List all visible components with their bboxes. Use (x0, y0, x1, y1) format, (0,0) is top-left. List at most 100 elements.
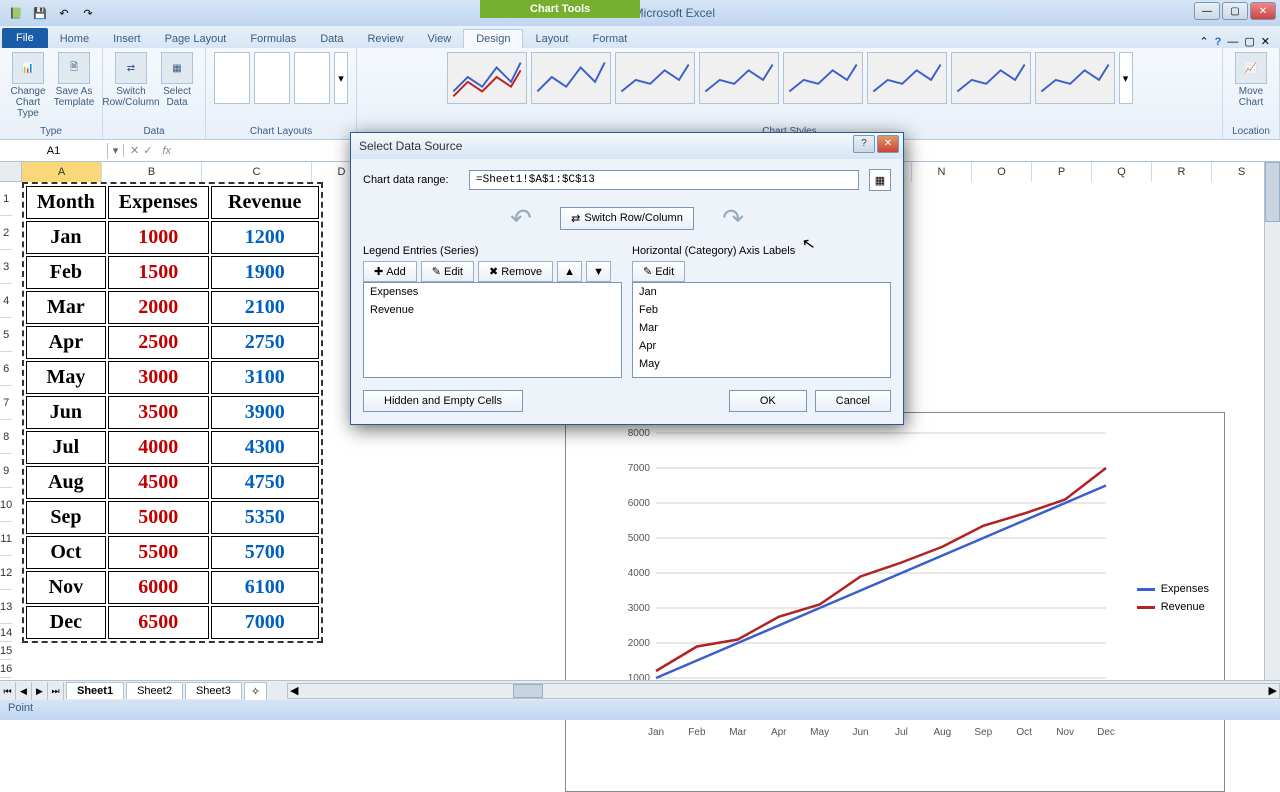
row-header[interactable]: 5 (0, 318, 12, 352)
cancel-formula-icon[interactable]: ✕ (130, 144, 139, 157)
chart-layout-thumb[interactable] (214, 52, 250, 104)
maximize-button[interactable]: ▢ (1222, 2, 1248, 20)
fx-icon[interactable]: fx (158, 145, 175, 157)
table-row[interactable]: Oct55005700 (26, 536, 319, 569)
row-header[interactable]: 6 (0, 352, 12, 386)
edit-series-button[interactable]: ✎Edit (421, 261, 474, 282)
minimize-ribbon-icon[interactable]: ⌃ (1199, 35, 1208, 48)
row-header[interactable]: 4 (0, 284, 12, 318)
chart-style-thumb[interactable] (447, 52, 527, 104)
sheet-tab-1[interactable]: Sheet1 (66, 682, 124, 699)
switch-row-column-dialog-button[interactable]: ⇄Switch Row/Column (560, 207, 694, 230)
save-icon[interactable]: 💾 (30, 3, 50, 23)
row-header[interactable]: 3 (0, 250, 12, 284)
tab-data[interactable]: Data (308, 30, 355, 48)
table-row[interactable]: Jan10001200 (26, 221, 319, 254)
ok-button[interactable]: OK (729, 390, 807, 412)
col-header[interactable]: B (102, 162, 202, 182)
workbook-minimize-icon[interactable]: — (1227, 36, 1238, 48)
chart-styles-more[interactable]: ▾ (1119, 52, 1133, 104)
hscroll-thumb[interactable] (513, 684, 543, 698)
minimize-button[interactable]: — (1194, 2, 1220, 20)
table-row[interactable]: Feb15001900 (26, 256, 319, 289)
col-header[interactable]: R (1152, 162, 1212, 182)
chart-style-thumb[interactable] (531, 52, 611, 104)
chart-style-thumb[interactable] (1035, 52, 1115, 104)
edit-axis-labels-button[interactable]: ✎Edit (632, 261, 685, 282)
row-header[interactable]: 16 (0, 660, 12, 678)
prev-sheet-button[interactable]: ◀ (16, 682, 32, 700)
series-listbox[interactable]: ExpensesRevenue (363, 282, 622, 378)
tab-page-layout[interactable]: Page Layout (153, 30, 239, 48)
chart-style-thumb[interactable] (615, 52, 695, 104)
col-header[interactable]: A (22, 162, 102, 182)
name-box-dropdown[interactable]: ▾ (108, 144, 124, 157)
category-item[interactable]: Apr (633, 337, 890, 355)
table-row[interactable]: Mar20002100 (26, 291, 319, 324)
series-item[interactable]: Expenses (364, 283, 621, 301)
row-header[interactable]: 10 (0, 488, 12, 522)
col-header[interactable]: Q (1092, 162, 1152, 182)
move-series-down-button[interactable]: ▼ (586, 261, 611, 282)
tab-layout[interactable]: Layout (523, 30, 580, 48)
embedded-chart[interactable]: 010002000300040005000600070008000JanFebM… (565, 412, 1225, 792)
undo-icon[interactable]: ↶ (54, 3, 74, 23)
table-row[interactable]: Nov60006100 (26, 571, 319, 604)
row-header[interactable]: 13 (0, 590, 12, 624)
row-header[interactable]: 8 (0, 420, 12, 454)
chart-style-thumb[interactable] (951, 52, 1031, 104)
tab-review[interactable]: Review (355, 30, 415, 48)
category-item[interactable]: Feb (633, 301, 890, 319)
sheet-tab-3[interactable]: Sheet3 (185, 682, 242, 699)
save-as-template-button[interactable]: 🗎Save As Template (54, 52, 94, 119)
chart-layouts-more[interactable]: ▾ (334, 52, 348, 104)
tab-formulas[interactable]: Formulas (238, 30, 308, 48)
chart-style-thumb[interactable] (867, 52, 947, 104)
category-item[interactable]: Jan (633, 283, 890, 301)
table-row[interactable]: May30003100 (26, 361, 319, 394)
move-chart-button[interactable]: 📈Move Chart (1231, 52, 1271, 108)
dialog-close-button[interactable]: ✕ (877, 135, 899, 153)
table-header[interactable]: Expenses (108, 186, 209, 219)
table-header[interactable]: Revenue (211, 186, 319, 219)
sheet-tab-2[interactable]: Sheet2 (126, 682, 183, 699)
row-header[interactable]: 1 (0, 182, 12, 216)
new-sheet-button[interactable]: ✧ (244, 682, 267, 700)
row-header[interactable]: 9 (0, 454, 12, 488)
table-row[interactable]: Jul40004300 (26, 431, 319, 464)
tab-insert[interactable]: Insert (101, 30, 153, 48)
row-header[interactable]: 7 (0, 386, 12, 420)
switch-row-column-button[interactable]: ⇄Switch Row/Column (111, 52, 151, 108)
category-item[interactable]: Mar (633, 319, 890, 337)
cancel-button[interactable]: Cancel (815, 390, 891, 412)
row-header[interactable]: 14 (0, 624, 12, 642)
add-series-button[interactable]: ✚Add (363, 261, 417, 282)
table-row[interactable]: Aug45004750 (26, 466, 319, 499)
col-header[interactable]: N (912, 162, 972, 182)
series-item[interactable]: Revenue (364, 301, 621, 319)
chart-style-thumb[interactable] (783, 52, 863, 104)
redo-icon[interactable]: ↷ (78, 3, 98, 23)
tab-view[interactable]: View (416, 30, 464, 48)
tab-home[interactable]: Home (48, 30, 101, 48)
tab-format[interactable]: Format (580, 30, 639, 48)
category-listbox[interactable]: JanFebMarAprMay (632, 282, 891, 378)
select-all-corner[interactable] (0, 162, 22, 182)
dialog-help-button[interactable]: ? (853, 135, 875, 153)
remove-series-button[interactable]: ✖Remove (478, 261, 553, 282)
table-row[interactable]: Jun35003900 (26, 396, 319, 429)
tab-design[interactable]: Design (463, 29, 523, 48)
chart-layout-thumb[interactable] (294, 52, 330, 104)
hidden-empty-cells-button[interactable]: Hidden and Empty Cells (363, 390, 523, 412)
help-icon[interactable]: ? (1215, 36, 1222, 48)
tab-file[interactable]: File (2, 28, 48, 48)
row-header[interactable]: 2 (0, 216, 12, 250)
table-row[interactable]: Apr25002750 (26, 326, 319, 359)
col-header[interactable]: C (202, 162, 312, 182)
vscroll-thumb[interactable] (1265, 162, 1280, 222)
table-row[interactable]: Sep50005350 (26, 501, 319, 534)
collapse-dialog-button[interactable]: ▦ (869, 169, 891, 191)
last-sheet-button[interactable]: ⏭ (48, 682, 64, 700)
row-header[interactable]: 15 (0, 642, 12, 660)
col-header[interactable]: S (1212, 162, 1272, 182)
